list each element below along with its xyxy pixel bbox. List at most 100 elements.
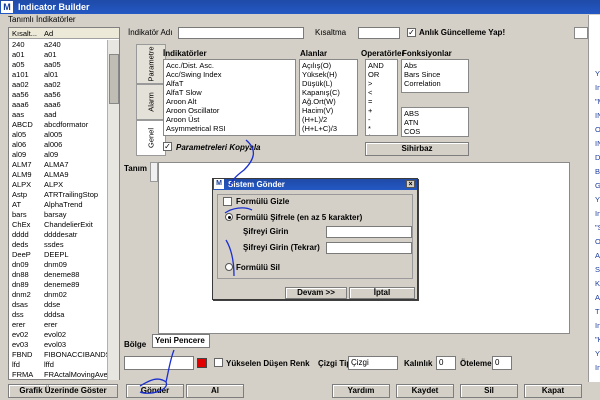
list-item[interactable]: dnm2 dnm02 <box>9 290 119 299</box>
offset-input[interactable]: 0 <box>492 356 512 370</box>
indicator-item[interactable]: Aroon Alt <box>166 97 196 106</box>
list-item[interactable]: Astp ATRTrailingStop <box>9 190 119 199</box>
indicator-item[interactable]: AlfaT Slow <box>166 88 202 97</box>
thickness-input[interactable]: 0 <box>436 356 456 370</box>
list-item[interactable]: al09 al09 <box>9 150 119 159</box>
list-item[interactable]: DeeP DEEPL <box>9 250 119 259</box>
list-item[interactable]: ev03 evol03 <box>9 340 119 349</box>
indicators-listbox[interactable]: Acc./Dist. Asc. Acc/Swing Index AlfaT AlfaT… <box>163 59 296 136</box>
list-scrollbar[interactable] <box>107 40 119 380</box>
password-repeat-input[interactable] <box>326 242 412 254</box>
function-item[interactable]: COS <box>404 127 420 136</box>
line-type-select[interactable]: Çizgi <box>348 356 398 370</box>
indicator-item[interactable]: Aroon Üst <box>166 115 199 124</box>
wizard-button[interactable]: Sihirbaz <box>365 142 469 156</box>
list-item[interactable]: al05 al005 <box>9 130 119 139</box>
help-button[interactable]: Yardım <box>332 384 390 398</box>
list-item[interactable]: ALM9 ALMA9 <box>9 170 119 179</box>
field-item[interactable]: (H+L)/2 <box>302 115 327 124</box>
function-item[interactable]: ATN <box>404 118 418 127</box>
operator-item[interactable]: + <box>368 106 372 115</box>
list-item[interactable]: aaa6 aaa6 <box>9 100 119 109</box>
list-item[interactable]: dn89 deneme89 <box>9 280 119 289</box>
region-select[interactable]: Yeni Pencere <box>152 334 210 348</box>
tab-general[interactable]: Genel <box>136 120 166 156</box>
list-item[interactable]: dddd ddddesatr <box>9 230 119 239</box>
list-item[interactable]: aas aad <box>9 110 119 119</box>
indicator-name-input[interactable] <box>178 27 304 39</box>
delete-button[interactable]: Sil <box>460 384 518 398</box>
list-item[interactable]: dss dddsa <box>9 310 119 319</box>
indicator-item[interactable]: Asymmetrical RSI <box>166 124 226 133</box>
list-item[interactable]: a01 a01 <box>9 50 119 59</box>
get-button[interactable]: Al <box>186 384 244 398</box>
list-item[interactable]: al06 al006 <box>9 140 119 149</box>
field-item[interactable]: Hacim(V) <box>302 106 333 115</box>
send-button[interactable]: Gönder <box>126 384 184 398</box>
short-name-input[interactable] <box>358 27 400 39</box>
field-item[interactable]: (H+L+C)/3 <box>302 124 337 133</box>
list-item[interactable]: ChEx ChandelierExit <box>9 220 119 229</box>
instant-update-checkbox[interactable]: ✓ <box>407 28 416 37</box>
function-item[interactable]: ABS <box>404 109 419 118</box>
list-item[interactable]: erer erer <box>9 320 119 329</box>
list-item[interactable]: AT AlphaTrend <box>9 200 119 209</box>
field-item[interactable]: Ağ.Ort(W) <box>302 97 336 106</box>
list-item[interactable]: ALPX ALPX <box>9 180 119 189</box>
tab-parameter[interactable]: Parametre <box>136 44 166 84</box>
list-item[interactable]: aa02 aa02 <box>9 80 119 89</box>
tab-alarm[interactable]: Alarm <box>136 84 166 120</box>
column-name[interactable]: Ad <box>44 29 53 38</box>
defined-indicators-list[interactable]: Kısalt... Ad 240 a240 a01 a01 a05 aa05 a101 al0… <box>8 27 120 380</box>
delete-formula-radio[interactable] <box>225 263 233 271</box>
operator-item[interactable]: * <box>368 124 371 133</box>
indicator-item[interactable]: Acc/Swing Index <box>166 70 221 79</box>
cancel-button[interactable]: İptal <box>349 287 415 299</box>
field-item[interactable]: Açılış(O) <box>302 61 331 70</box>
field-item[interactable]: Düşük(L) <box>302 79 332 88</box>
list-item[interactable]: dsas ddse <box>9 300 119 309</box>
show-on-chart-button[interactable]: Grafik Üzerinde Göster <box>8 384 118 398</box>
list-item[interactable]: dn88 deneme88 <box>9 270 119 279</box>
password-input[interactable] <box>326 226 412 238</box>
list-item[interactable]: dn09 dnm09 <box>9 260 119 269</box>
list-item[interactable]: a05 aa05 <box>9 60 119 69</box>
indicator-item[interactable]: Aroon Oscillator <box>166 106 219 115</box>
list-item[interactable]: ALM7 ALMA7 <box>9 160 119 169</box>
fields-listbox[interactable]: Açılış(O) Yüksek(H) Düşük(L) Kapanış(C) Ağ.O… <box>299 59 358 136</box>
field-item[interactable]: Kapanış(C) <box>302 88 340 97</box>
function-item[interactable]: Abs <box>404 61 417 70</box>
close-button[interactable]: Kapat <box>524 384 582 398</box>
operator-item[interactable]: < <box>368 88 372 97</box>
list-item[interactable]: 240 a240 <box>9 40 119 49</box>
dialog-close-icon[interactable]: × <box>406 180 415 188</box>
list-item[interactable]: ABCD abcdformator <box>9 120 119 129</box>
indicator-item[interactable]: Acc./Dist. Asc. <box>166 61 214 70</box>
operator-item[interactable]: - <box>368 115 371 124</box>
scroll-thumb[interactable] <box>109 54 119 104</box>
copy-params-checkbox[interactable]: ✓ <box>163 142 172 151</box>
list-item[interactable]: lfd lffd <box>9 360 119 369</box>
list-item[interactable]: aa56 aa56 <box>9 90 119 99</box>
color-swatch[interactable] <box>197 358 207 368</box>
column-short[interactable]: Kısalt... <box>12 29 37 38</box>
list-item[interactable]: deds ssdes <box>9 240 119 249</box>
operators-listbox[interactable]: ANDOR><=+-*/( <box>365 59 398 136</box>
function-item[interactable]: Bars Since <box>404 70 440 79</box>
operator-item[interactable]: / <box>368 133 370 135</box>
operator-item[interactable]: = <box>368 97 372 106</box>
continue-button[interactable]: Devam >> <box>285 287 347 299</box>
color-select[interactable] <box>124 356 194 370</box>
encrypt-formula-radio[interactable] <box>225 213 233 221</box>
functions-listbox[interactable]: Abs Bars Since Correlation <box>401 59 469 93</box>
operator-item[interactable]: AND <box>368 61 384 70</box>
right-dropdown[interactable] <box>574 27 588 39</box>
indicator-item[interactable]: AlfaT <box>166 79 184 88</box>
save-button[interactable]: Kaydet <box>396 384 454 398</box>
operator-item[interactable]: OR <box>368 70 379 79</box>
definition-splitter[interactable] <box>150 162 158 182</box>
list-item[interactable]: FRMA FRActalMovingAve <box>9 370 119 379</box>
field-item[interactable]: Yüksek(H) <box>302 70 337 79</box>
function-item[interactable]: Correlation <box>404 79 441 88</box>
list-item[interactable]: bars barsay <box>9 210 119 219</box>
